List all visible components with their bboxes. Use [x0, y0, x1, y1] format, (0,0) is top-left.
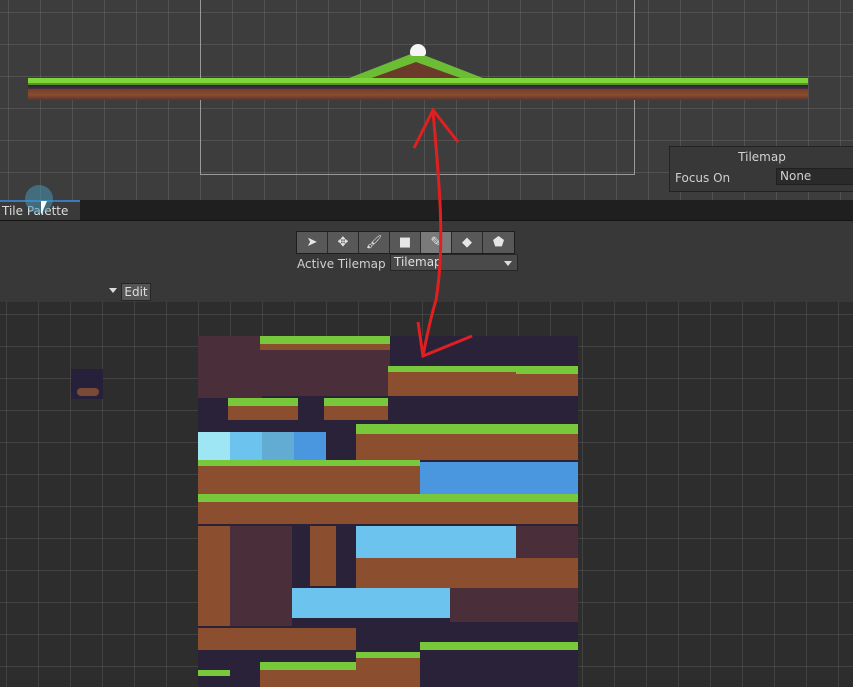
move-icon: ✥	[337, 235, 349, 250]
tile-sheet[interactable]	[198, 336, 578, 687]
palette-toolbar: ➤ ✥ 🖌 ■ ✎ ◆ ⬟ Active Tilemap Tilemap Edit	[0, 221, 853, 302]
overlay-title: Tilemap	[738, 150, 786, 164]
move-tool-button[interactable]: ✥	[328, 232, 359, 253]
picker-icon: ✎	[430, 235, 442, 250]
chevron-down-icon	[504, 261, 512, 266]
focus-on-select[interactable]: None	[776, 168, 853, 185]
tool-buttons: ➤ ✥ 🖌 ■ ✎ ◆ ⬟	[296, 231, 515, 254]
scene-view[interactable]: Tilemap Focus On None	[0, 0, 853, 200]
fill-bucket-tool-button[interactable]: ⬟	[483, 232, 514, 253]
active-tilemap-select[interactable]: Tilemap	[390, 254, 518, 271]
focus-on-label: Focus On	[675, 171, 731, 185]
bush-sprite	[410, 44, 426, 56]
brush-tool-button[interactable]: 🖌	[359, 232, 390, 253]
cursor-highlight	[25, 185, 53, 213]
select-icon: ➤	[306, 235, 318, 250]
tab-bar: Tile Palette	[0, 200, 853, 221]
single-tile[interactable]	[71, 369, 103, 399]
box-fill-icon: ■	[398, 235, 412, 250]
eraser-tool-button[interactable]: ◆	[452, 232, 483, 253]
palette-dropdown-caret-icon[interactable]	[109, 288, 117, 293]
select-tool-button[interactable]: ➤	[297, 232, 328, 253]
tilemap-overlay-panel: Tilemap Focus On None	[669, 146, 853, 192]
edit-button[interactable]: Edit	[121, 283, 151, 301]
active-tilemap-label: Active Tilemap	[297, 257, 386, 271]
mouse-cursor-icon	[41, 201, 47, 215]
eraser-icon: ◆	[462, 235, 472, 250]
active-tilemap-value: Tilemap	[394, 255, 442, 269]
box-fill-tool-button[interactable]: ■	[390, 232, 421, 253]
fill-bucket-icon: ⬟	[492, 235, 505, 250]
brush-icon: 🖌	[365, 235, 383, 250]
picker-tool-button[interactable]: ✎	[421, 232, 452, 253]
painted-ground-strip	[28, 78, 808, 100]
